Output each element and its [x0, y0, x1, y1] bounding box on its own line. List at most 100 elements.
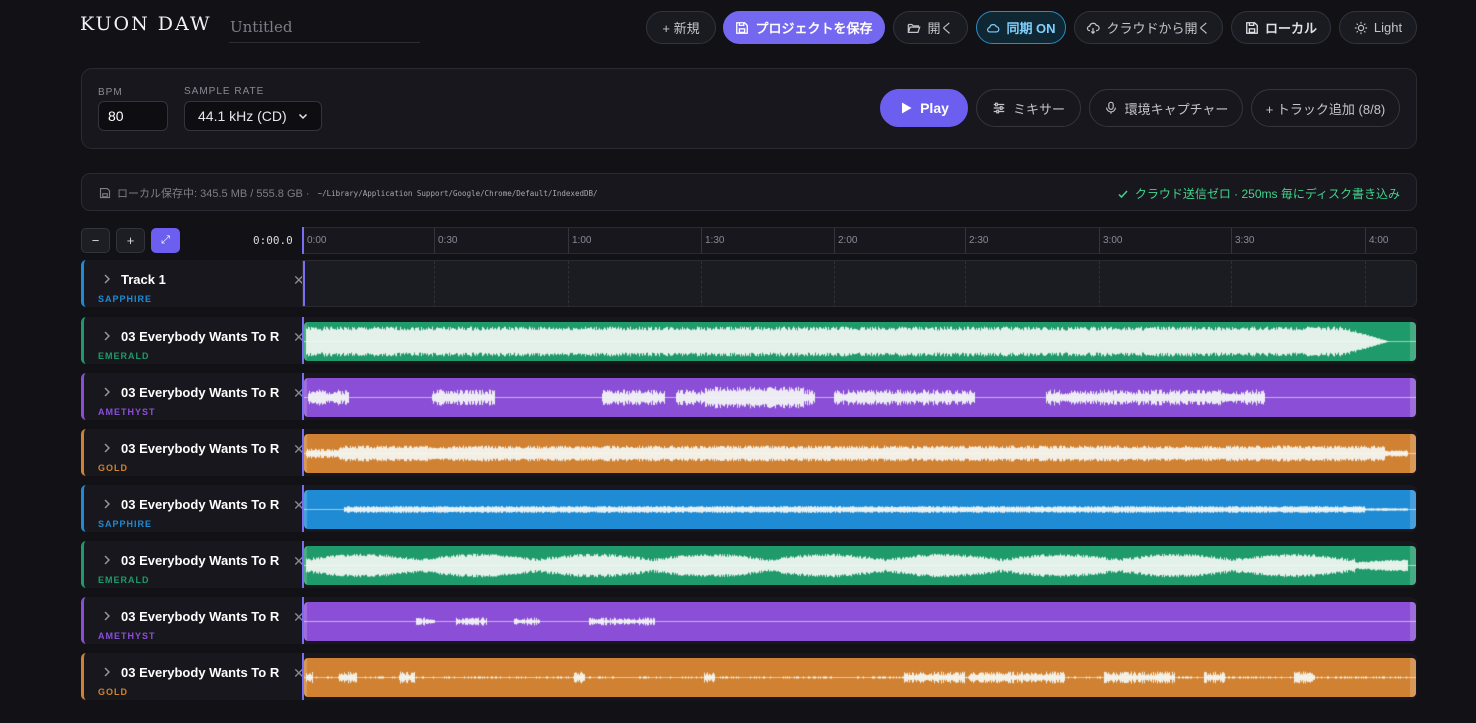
- track-lane[interactable]: [302, 653, 1417, 700]
- theme-label: Light: [1373, 20, 1403, 35]
- audio-clip[interactable]: [304, 490, 1416, 529]
- ruler-tick: [1365, 228, 1366, 253]
- playhead-line: [303, 261, 305, 306]
- open-label: 開く: [927, 21, 954, 36]
- ruler-tick-label: 3:00: [1103, 235, 1123, 246]
- track-name[interactable]: 03 Everybody Wants To R: [121, 497, 279, 512]
- audio-clip[interactable]: [304, 434, 1416, 473]
- track-header[interactable]: 03 Everybody Wants To R SAPPHIRE ✕: [81, 485, 305, 532]
- chevron-down-icon: [298, 113, 308, 120]
- waveform: [304, 546, 1416, 585]
- play-button[interactable]: Play: [880, 89, 968, 127]
- chevron-right-icon[interactable]: [102, 553, 112, 567]
- track-header[interactable]: 03 Everybody Wants To R GOLD ✕: [81, 653, 305, 700]
- track-name[interactable]: 03 Everybody Wants To R: [121, 553, 279, 568]
- audio-clip[interactable]: [304, 602, 1416, 641]
- track-header[interactable]: 03 Everybody Wants To R EMERALD ✕: [81, 541, 305, 588]
- zoom-fit-button[interactable]: ⤢: [151, 228, 180, 253]
- ruler-tick-label: 2:30: [969, 235, 989, 246]
- bpm-input[interactable]: 80: [98, 101, 168, 131]
- chevron-right-icon[interactable]: [102, 609, 112, 623]
- track-name[interactable]: 03 Everybody Wants To R: [121, 385, 279, 400]
- ruler-tick-label: 1:00: [572, 235, 592, 246]
- track-name[interactable]: 03 Everybody Wants To R: [121, 441, 279, 456]
- transport-panel: BPM 80 SAMPLE RATE 44.1 kHz (CD) Play ミキ…: [81, 68, 1417, 149]
- theme-toggle-button[interactable]: Light: [1339, 11, 1417, 44]
- ruler-tick: [568, 228, 569, 253]
- add-track-button[interactable]: + トラック追加 (8/8): [1251, 89, 1400, 127]
- zoom-out-icon: −: [91, 233, 100, 248]
- bpm-value: 80: [108, 108, 124, 124]
- playhead-line: [302, 317, 304, 364]
- track-row: 03 Everybody Wants To R GOLD ✕: [81, 653, 1417, 700]
- track-lane[interactable]: [302, 429, 1417, 476]
- track-name[interactable]: 03 Everybody Wants To R: [121, 665, 279, 680]
- audio-clip[interactable]: [304, 322, 1416, 361]
- track-header[interactable]: 03 Everybody Wants To R EMERALD ✕: [81, 317, 305, 364]
- audio-clip[interactable]: [304, 658, 1416, 697]
- local-button[interactable]: ローカル: [1231, 11, 1331, 44]
- track-name[interactable]: Track 1: [121, 272, 166, 287]
- track-lane[interactable]: [302, 373, 1417, 420]
- timeline-ruler[interactable]: 0:00 0:30 1:00 1:30 2:00 2:30 3:00 3:30 4:00: [302, 227, 1417, 254]
- track-lane[interactable]: [302, 260, 1417, 307]
- ruler-tick-label: 2:00: [838, 235, 858, 246]
- playhead-line: [302, 541, 304, 588]
- chevron-right-icon[interactable]: [102, 329, 112, 343]
- sun-icon: [1354, 21, 1368, 34]
- play-icon: [902, 102, 912, 114]
- ruler-tick-label: 4:00: [1369, 235, 1389, 246]
- ruler-tick-label: 0:30: [438, 235, 458, 246]
- track-lane[interactable]: [302, 541, 1417, 588]
- track-name[interactable]: 03 Everybody Wants To R: [121, 329, 279, 344]
- waveform: [304, 434, 1416, 473]
- chevron-right-icon[interactable]: [102, 441, 112, 455]
- playhead-line: [302, 597, 304, 644]
- save-project-button[interactable]: プロジェクトを保存: [723, 11, 885, 44]
- track-header[interactable]: 03 Everybody Wants To R GOLD ✕: [81, 429, 305, 476]
- sample-rate-select[interactable]: 44.1 kHz (CD): [184, 101, 322, 131]
- mixer-button[interactable]: ミキサー: [976, 89, 1081, 127]
- new-project-button[interactable]: + 新規: [646, 11, 716, 44]
- waveform: [304, 602, 1416, 641]
- track-header[interactable]: Track 1 SAPPHIRE ✕: [81, 260, 305, 307]
- track-name[interactable]: 03 Everybody Wants To R: [121, 609, 279, 624]
- track-color-label: AMETHYST: [98, 407, 156, 417]
- track-lane[interactable]: [302, 317, 1417, 364]
- zoom-out-button[interactable]: −: [81, 228, 110, 253]
- project-title-input[interactable]: [229, 11, 420, 43]
- chevron-right-icon[interactable]: [102, 272, 112, 286]
- floppy-disk-icon: [736, 21, 749, 34]
- play-label: Play: [920, 100, 949, 116]
- track-color-label: AMETHYST: [98, 631, 156, 641]
- track-lane[interactable]: [302, 485, 1417, 532]
- ruler-tick: [434, 228, 435, 253]
- track-color-label: SAPPHIRE: [98, 519, 153, 529]
- zoom-in-icon: +: [126, 233, 135, 248]
- track-header[interactable]: 03 Everybody Wants To R AMETHYST ✕: [81, 597, 305, 644]
- ruler-tick: [965, 228, 966, 253]
- grid-line: [834, 261, 835, 306]
- track-lane[interactable]: [302, 597, 1417, 644]
- chevron-right-icon[interactable]: [102, 497, 112, 511]
- audio-clip[interactable]: [304, 546, 1416, 585]
- track-row: 03 Everybody Wants To R AMETHYST ✕: [81, 373, 1417, 420]
- sync-label: 同期 ON: [1006, 21, 1056, 36]
- open-from-cloud-button[interactable]: クラウドから開く: [1074, 11, 1223, 44]
- chevron-right-icon[interactable]: [102, 385, 112, 399]
- audio-clip[interactable]: [304, 378, 1416, 417]
- bpm-label: BPM: [98, 87, 123, 98]
- playhead-line: [302, 429, 304, 476]
- track-row: 03 Everybody Wants To R EMERALD ✕: [81, 541, 1417, 588]
- chevron-right-icon[interactable]: [102, 665, 112, 679]
- floppy-disk-icon: [1246, 21, 1258, 34]
- track-header[interactable]: 03 Everybody Wants To R AMETHYST ✕: [81, 373, 305, 420]
- open-button[interactable]: 開く: [893, 11, 968, 44]
- grid-line: [434, 261, 435, 306]
- environment-capture-label: 環境キャプチャー: [1124, 101, 1229, 117]
- playhead[interactable]: [302, 227, 304, 254]
- zoom-in-button[interactable]: +: [116, 228, 145, 253]
- environment-capture-button[interactable]: 環境キャプチャー: [1089, 89, 1243, 127]
- sync-toggle-button[interactable]: 同期 ON: [976, 11, 1066, 44]
- playhead-line: [302, 373, 304, 420]
